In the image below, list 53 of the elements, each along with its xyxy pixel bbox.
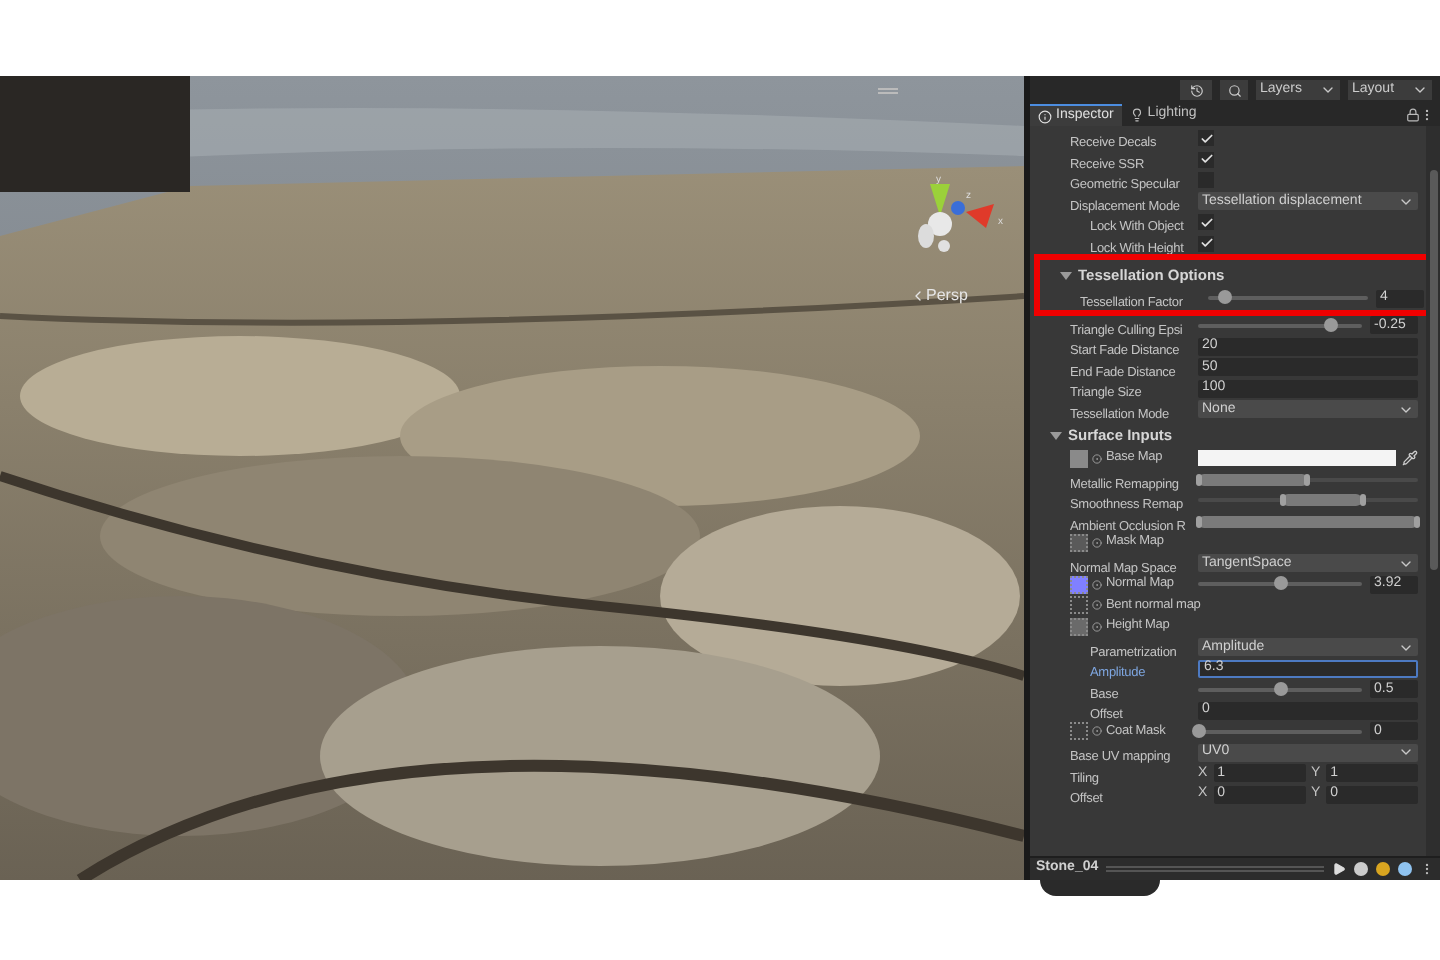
object-picker-icon[interactable] (1092, 726, 1102, 737)
range-track[interactable] (1198, 477, 1418, 482)
more-icon[interactable] (1420, 862, 1434, 876)
slider-track[interactable] (1198, 323, 1362, 328)
checkbox[interactable] (1198, 172, 1214, 189)
range-handle[interactable] (1359, 494, 1365, 507)
slider-thumb[interactable] (1323, 317, 1338, 332)
range-handle[interactable] (1196, 515, 1202, 528)
caret-icon (1320, 82, 1336, 98)
range-handle[interactable] (1279, 494, 1286, 507)
slider-thumb[interactable] (1218, 290, 1232, 305)
checkbox[interactable] (1198, 214, 1214, 231)
slider-thumb[interactable] (1274, 681, 1288, 696)
texture-slot[interactable] (1070, 596, 1088, 615)
texture-slot[interactable] (1070, 722, 1088, 741)
range-handle[interactable] (1304, 473, 1310, 486)
texture-slot[interactable] (1070, 575, 1088, 594)
texture-slot[interactable] (1070, 533, 1088, 552)
expand-triangle-icon (1060, 272, 1072, 280)
slider-track[interactable] (1198, 687, 1362, 692)
slider-thumb[interactable] (1274, 576, 1288, 591)
lock-icon[interactable] (1406, 108, 1420, 122)
info-icon (1038, 109, 1052, 123)
object-picker-icon[interactable] (1092, 537, 1102, 548)
checkbox[interactable] (1198, 235, 1214, 252)
eyedropper-icon[interactable] (1402, 450, 1418, 467)
object-picker-icon[interactable] (1092, 453, 1102, 464)
range-track[interactable] (1198, 519, 1418, 524)
lights-icon[interactable] (1376, 862, 1390, 876)
texture-slot[interactable] (1070, 449, 1088, 468)
slider-track[interactable] (1198, 582, 1362, 587)
slider-track[interactable] (1198, 729, 1362, 734)
range-track[interactable] (1198, 498, 1418, 503)
color-field[interactable] (1198, 450, 1396, 467)
slider-track[interactable] (1208, 296, 1368, 301)
play-icon[interactable] (1332, 862, 1346, 876)
expand-triangle-icon (1050, 432, 1062, 440)
scrollbar[interactable] (1426, 126, 1440, 856)
checkbox[interactable] (1198, 151, 1214, 168)
range-handle[interactable] (1196, 473, 1202, 486)
chevron-left-icon (910, 288, 926, 304)
more-icon[interactable] (1420, 108, 1434, 122)
search-button[interactable] (1220, 80, 1248, 100)
drag-handle-icon[interactable] (878, 88, 898, 94)
history-button[interactable] (1180, 80, 1212, 100)
slider-thumb[interactable] (1192, 723, 1206, 738)
history-icon (1189, 83, 1203, 97)
caret-icon (1412, 82, 1428, 98)
texture-slot[interactable] (1070, 617, 1088, 636)
bulb-icon (1129, 108, 1144, 122)
range-handle[interactable] (1414, 515, 1420, 528)
search-icon (1227, 83, 1241, 97)
checkbox[interactable] (1198, 130, 1214, 147)
